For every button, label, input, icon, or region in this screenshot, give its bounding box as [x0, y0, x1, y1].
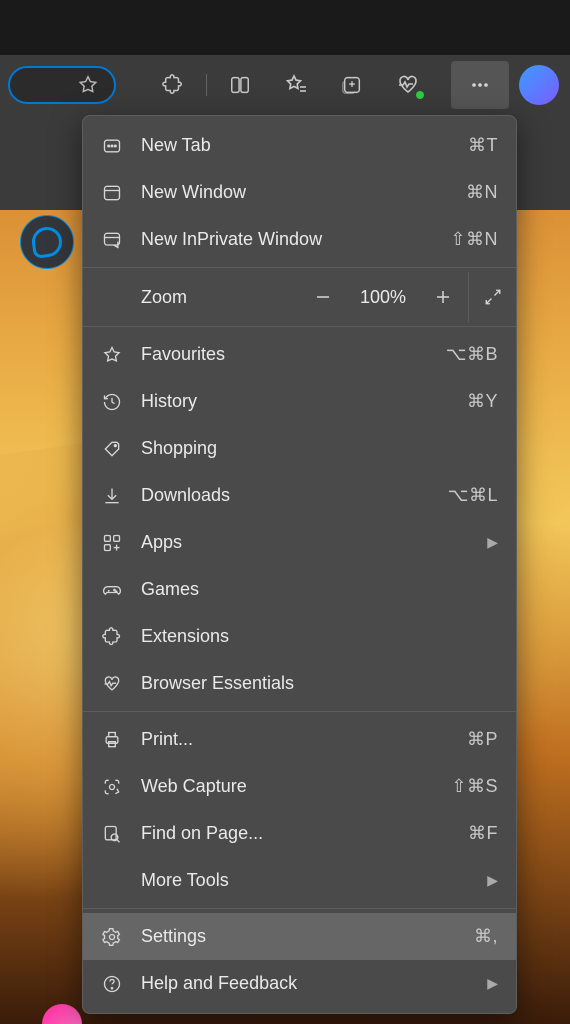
star-icon — [101, 344, 123, 366]
menu-separator — [83, 267, 516, 268]
menu-item-label: Settings — [141, 926, 456, 947]
favourites-toolbar-button[interactable] — [271, 65, 321, 105]
menu-item-label: More Tools — [141, 870, 469, 891]
menu-zoom-row: Zoom 100% — [83, 272, 516, 322]
fullscreen-button[interactable] — [468, 272, 516, 322]
menu-item-label: History — [141, 391, 449, 412]
apps-icon — [101, 532, 123, 554]
menu-item-web-capture[interactable]: Web Capture ⇧⌘S — [83, 763, 516, 810]
menu-item-label: Find on Page... — [141, 823, 450, 844]
capture-icon — [101, 776, 123, 798]
menu-item-shortcut: ⌘Y — [467, 391, 498, 412]
print-icon — [101, 729, 123, 751]
menu-item-label: Downloads — [141, 485, 430, 506]
menu-separator — [83, 326, 516, 327]
split-screen-button[interactable] — [215, 65, 265, 105]
zoom-label: Zoom — [141, 287, 298, 308]
find-icon — [101, 823, 123, 845]
menu-item-help[interactable]: Help and Feedback ▶ — [83, 960, 516, 1007]
puzzle-icon — [101, 626, 123, 648]
menu-item-shortcut: ⇧⌘N — [450, 229, 498, 250]
browser-toolbar — [0, 55, 570, 115]
toolbar-separator — [206, 74, 207, 96]
menu-item-extensions[interactable]: Extensions — [83, 613, 516, 660]
zoom-value: 100% — [348, 287, 418, 308]
bing-icon — [30, 225, 64, 259]
heartbeat-icon — [101, 673, 123, 695]
menu-item-shortcut: ⌥⌘B — [446, 344, 498, 365]
history-icon — [101, 391, 123, 413]
menu-item-label: Favourites — [141, 344, 428, 365]
menu-separator — [83, 908, 516, 909]
menu-item-shortcut: ⌘, — [474, 926, 498, 947]
window-titlebar — [0, 0, 570, 55]
menu-item-apps[interactable]: Apps ▶ — [83, 519, 516, 566]
menu-item-shortcut: ⇧⌘S — [451, 776, 498, 797]
download-icon — [101, 485, 123, 507]
menu-item-shortcut: ⌘P — [467, 729, 498, 750]
browser-essentials-button[interactable] — [383, 65, 433, 105]
menu-item-inprivate[interactable]: New InPrivate Window ⇧⌘N — [83, 216, 516, 263]
more-menu-button[interactable] — [451, 61, 509, 109]
chevron-right-icon: ▶ — [487, 534, 498, 551]
menu-item-label: Print... — [141, 729, 449, 750]
copilot-button[interactable] — [519, 65, 559, 105]
chevron-right-icon: ▶ — [487, 975, 498, 992]
menu-item-more-tools[interactable]: More Tools ▶ — [83, 857, 516, 904]
menu-item-label: Shopping — [141, 438, 498, 459]
menu-item-settings[interactable]: Settings ⌘, — [83, 913, 516, 960]
help-icon — [101, 973, 123, 995]
menu-item-find[interactable]: Find on Page... ⌘F — [83, 810, 516, 857]
menu-item-new-window[interactable]: New Window ⌘N — [83, 169, 516, 216]
menu-item-essentials[interactable]: Browser Essentials — [83, 660, 516, 707]
menu-item-new-tab[interactable]: New Tab ⌘T — [83, 122, 516, 169]
menu-item-label: New Window — [141, 182, 448, 203]
window-icon — [101, 182, 123, 204]
menu-item-label: New Tab — [141, 135, 450, 156]
menu-item-label: New InPrivate Window — [141, 229, 432, 250]
menu-item-shortcut: ⌘N — [466, 182, 498, 203]
menu-item-shortcut: ⌘F — [468, 823, 498, 844]
menu-item-label: Web Capture — [141, 776, 433, 797]
extensions-toolbar-button[interactable] — [148, 65, 198, 105]
new-tab-icon — [101, 135, 123, 157]
menu-item-print[interactable]: Print... ⌘P — [83, 716, 516, 763]
menu-item-shortcut: ⌘T — [468, 135, 498, 156]
address-bar-segment[interactable] — [8, 66, 116, 104]
menu-item-label: Games — [141, 579, 498, 600]
menu-item-label: Browser Essentials — [141, 673, 498, 694]
zoom-out-button[interactable] — [298, 272, 348, 322]
menu-item-games[interactable]: Games — [83, 566, 516, 613]
settings-and-more-menu: New Tab ⌘T New Window ⌘N New InPrivate W… — [82, 115, 517, 1014]
menu-separator — [83, 711, 516, 712]
games-icon — [101, 579, 123, 601]
menu-item-label: Apps — [141, 532, 469, 553]
zoom-in-button[interactable] — [418, 272, 468, 322]
star-icon[interactable] — [77, 74, 99, 96]
menu-item-downloads[interactable]: Downloads ⌥⌘L — [83, 472, 516, 519]
chevron-right-icon: ▶ — [487, 872, 498, 889]
menu-item-history[interactable]: History ⌘Y — [83, 378, 516, 425]
gear-icon — [101, 926, 123, 948]
inprivate-icon — [101, 229, 123, 251]
menu-item-favourites[interactable]: Favourites ⌥⌘B — [83, 331, 516, 378]
collections-button[interactable] — [327, 65, 377, 105]
bing-sidebar-badge[interactable] — [20, 215, 74, 269]
menu-item-shopping[interactable]: Shopping — [83, 425, 516, 472]
menu-item-shortcut: ⌥⌘L — [448, 485, 498, 506]
menu-item-label: Extensions — [141, 626, 498, 647]
menu-item-label: Help and Feedback — [141, 973, 469, 994]
shopping-icon — [101, 438, 123, 460]
